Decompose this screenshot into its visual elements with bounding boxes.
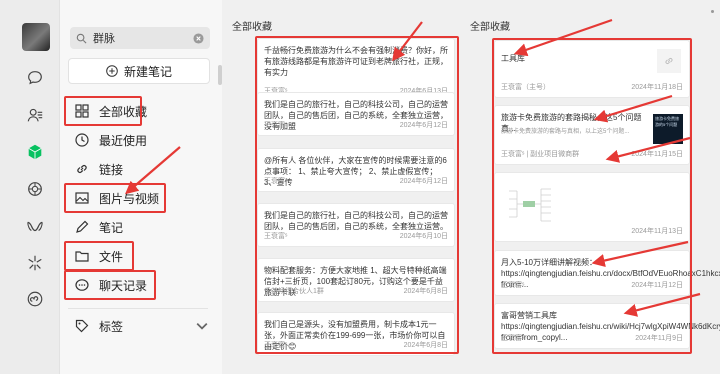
nav-item-label: 最近使用 xyxy=(99,133,148,148)
favorites-nav: 群脉 新建笔记 全部收藏 最近使用 链接 图片与视频 笔记 文件 聊天记录 标签 xyxy=(60,0,222,374)
nav-item-label: 笔记 xyxy=(99,220,124,235)
contacts-icon[interactable] xyxy=(24,104,46,126)
highlight-box xyxy=(64,183,166,213)
plus-circle-icon xyxy=(106,65,118,77)
column-title: 全部收藏 xyxy=(232,22,272,33)
search-box[interactable]: 群脉 xyxy=(70,27,210,49)
tag-icon xyxy=(75,319,89,333)
highlight-box xyxy=(64,270,156,300)
highlight-box xyxy=(64,96,142,126)
middle-favorites-column: 全部收藏 千益畅行免费旅游为什么不会有强制消费？你好，所有旅游线路都是有旅游许可… xyxy=(222,0,462,374)
chevron-down-icon[interactable] xyxy=(194,318,210,334)
note-icon xyxy=(76,220,89,233)
search-icon xyxy=(76,33,87,43)
clear-icon[interactable] xyxy=(193,32,204,44)
more-dot-icon[interactable] xyxy=(711,10,714,13)
channels-icon[interactable] xyxy=(24,215,46,237)
favorites-icon[interactable] xyxy=(24,141,46,163)
search-icon[interactable] xyxy=(24,252,46,274)
avatar[interactable] xyxy=(22,23,50,51)
icon-rail xyxy=(0,0,60,374)
clock-icon xyxy=(75,133,89,147)
link-icon xyxy=(77,165,87,173)
right-favorites-column: 全部收藏 工具库 王衰富（主号） 2024年11月18日 旅游卡免费旅游的套路揭秘… xyxy=(462,0,720,374)
highlight-box xyxy=(492,38,692,354)
highlight-box xyxy=(255,36,459,354)
chat-icon[interactable] xyxy=(24,67,46,89)
miniprogram-icon[interactable] xyxy=(24,288,46,310)
nav-item-recent[interactable]: 最近使用 xyxy=(68,128,218,152)
search-input[interactable]: 群脉 xyxy=(93,30,193,46)
new-note-button[interactable]: 新建笔记 xyxy=(68,58,210,84)
nav-item-notes[interactable]: 笔记 xyxy=(68,215,218,239)
column-title: 全部收藏 xyxy=(470,22,510,33)
highlight-box xyxy=(64,241,134,271)
new-note-label: 新建笔记 xyxy=(123,64,172,79)
divider xyxy=(68,308,208,309)
nav-item-label: 标签 xyxy=(99,319,124,334)
nav-item-links[interactable]: 链接 xyxy=(68,157,218,181)
moments-icon[interactable] xyxy=(24,178,46,200)
nav-item-label: 链接 xyxy=(99,162,124,177)
nav-item-tags[interactable]: 标签 xyxy=(68,314,218,338)
